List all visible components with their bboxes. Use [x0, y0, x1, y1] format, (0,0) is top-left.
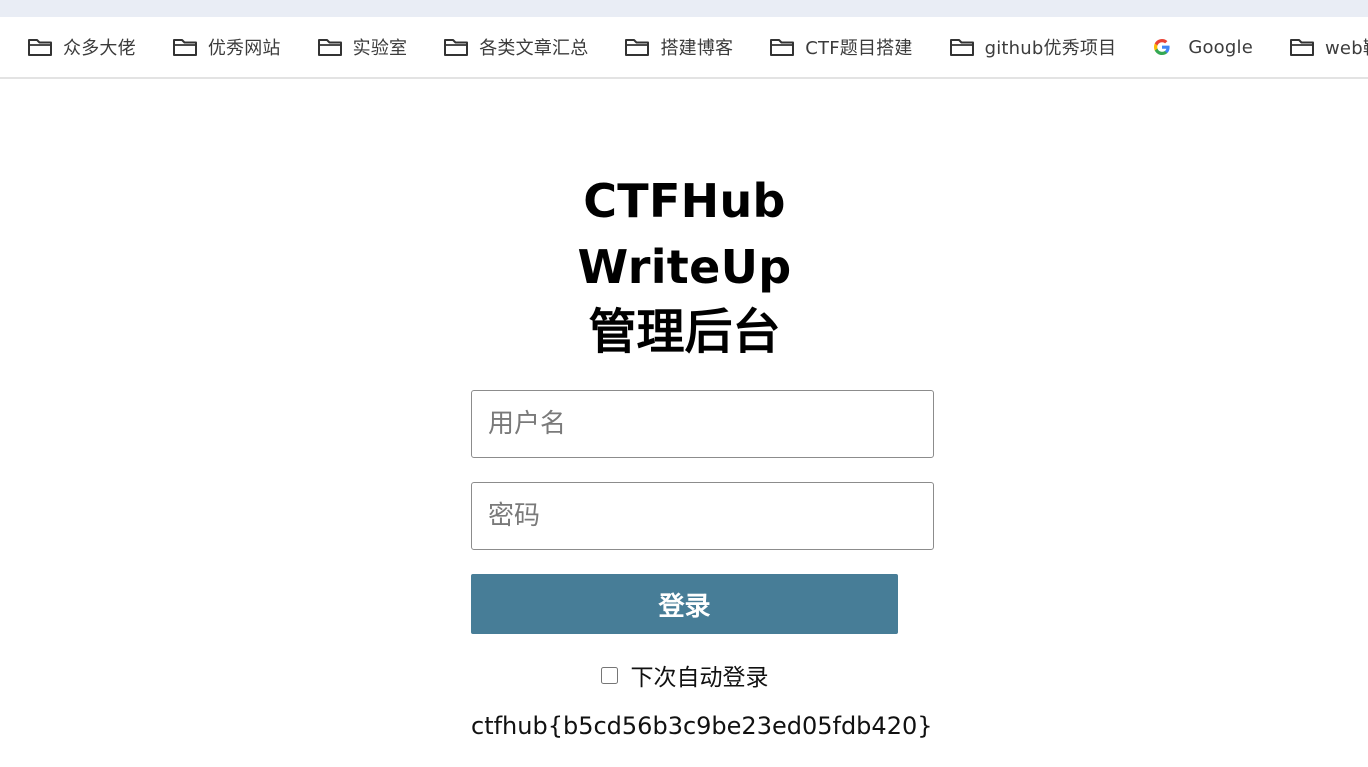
folder-icon — [317, 36, 343, 58]
bookmark-item[interactable]: 实验室 — [317, 27, 418, 67]
page-subtitle: 管理后台 — [588, 304, 781, 360]
folder-icon — [949, 36, 975, 58]
bookmark-label: 各类文章汇总 — [479, 38, 589, 59]
folder-icon — [1289, 36, 1315, 58]
remember-me-checkbox[interactable] — [600, 666, 618, 684]
bookmark-label: CTF题目搭建 — [805, 38, 913, 59]
folder-icon — [624, 36, 650, 58]
bookmark-item[interactable]: CTF题目搭建 — [769, 27, 922, 67]
login-form: CTFHub WriteUp 管理后台 登录 下次自动登录 ctfhub{b5c… — [471, 168, 934, 740]
bookmark-label: Google — [1188, 36, 1253, 58]
bookmark-label: 优秀网站 — [207, 38, 281, 59]
password-input[interactable] — [471, 482, 934, 550]
bookmark-label: 搭建博客 — [660, 38, 734, 59]
bookmark-item[interactable]: Google — [1152, 27, 1263, 67]
bookmark-item[interactable]: web靶场集 — [1289, 27, 1368, 67]
bookmark-item[interactable]: github优秀项目 — [949, 27, 1127, 67]
remember-me-label: 下次自动登录 — [630, 665, 769, 691]
folder-icon — [769, 36, 795, 58]
folder-icon — [172, 36, 198, 58]
browser-top-strip — [0, 0, 1368, 17]
folder-icon — [27, 36, 53, 58]
google-icon — [1152, 36, 1178, 58]
login-button[interactable]: 登录 — [471, 574, 898, 634]
bookmark-item[interactable]: 众多大佬 — [27, 27, 146, 67]
folder-icon — [443, 36, 469, 58]
bookmark-item[interactable]: 各类文章汇总 — [443, 27, 598, 67]
bookmark-label: 实验室 — [352, 38, 408, 59]
remember-me-row: 下次自动登录 — [471, 660, 898, 691]
bookmark-label: 众多大佬 — [63, 38, 136, 59]
flag-text: ctfhub{b5cd56b3c9be23ed05fdb420} — [471, 712, 933, 740]
bookmark-item[interactable]: 搭建博客 — [624, 27, 743, 67]
bookmark-label: web靶场集 — [1325, 38, 1368, 59]
bookmarks-bar: 众多大佬 优秀网站 实验室 各类文章汇总 搭建博客 CTF题目搭建 github… — [0, 17, 1368, 79]
username-input[interactable] — [471, 390, 934, 458]
bookmark-item[interactable]: 优秀网站 — [172, 27, 291, 67]
bookmark-label: github优秀项目 — [984, 38, 1117, 59]
page-title: CTFHub WriteUp — [577, 174, 792, 294]
